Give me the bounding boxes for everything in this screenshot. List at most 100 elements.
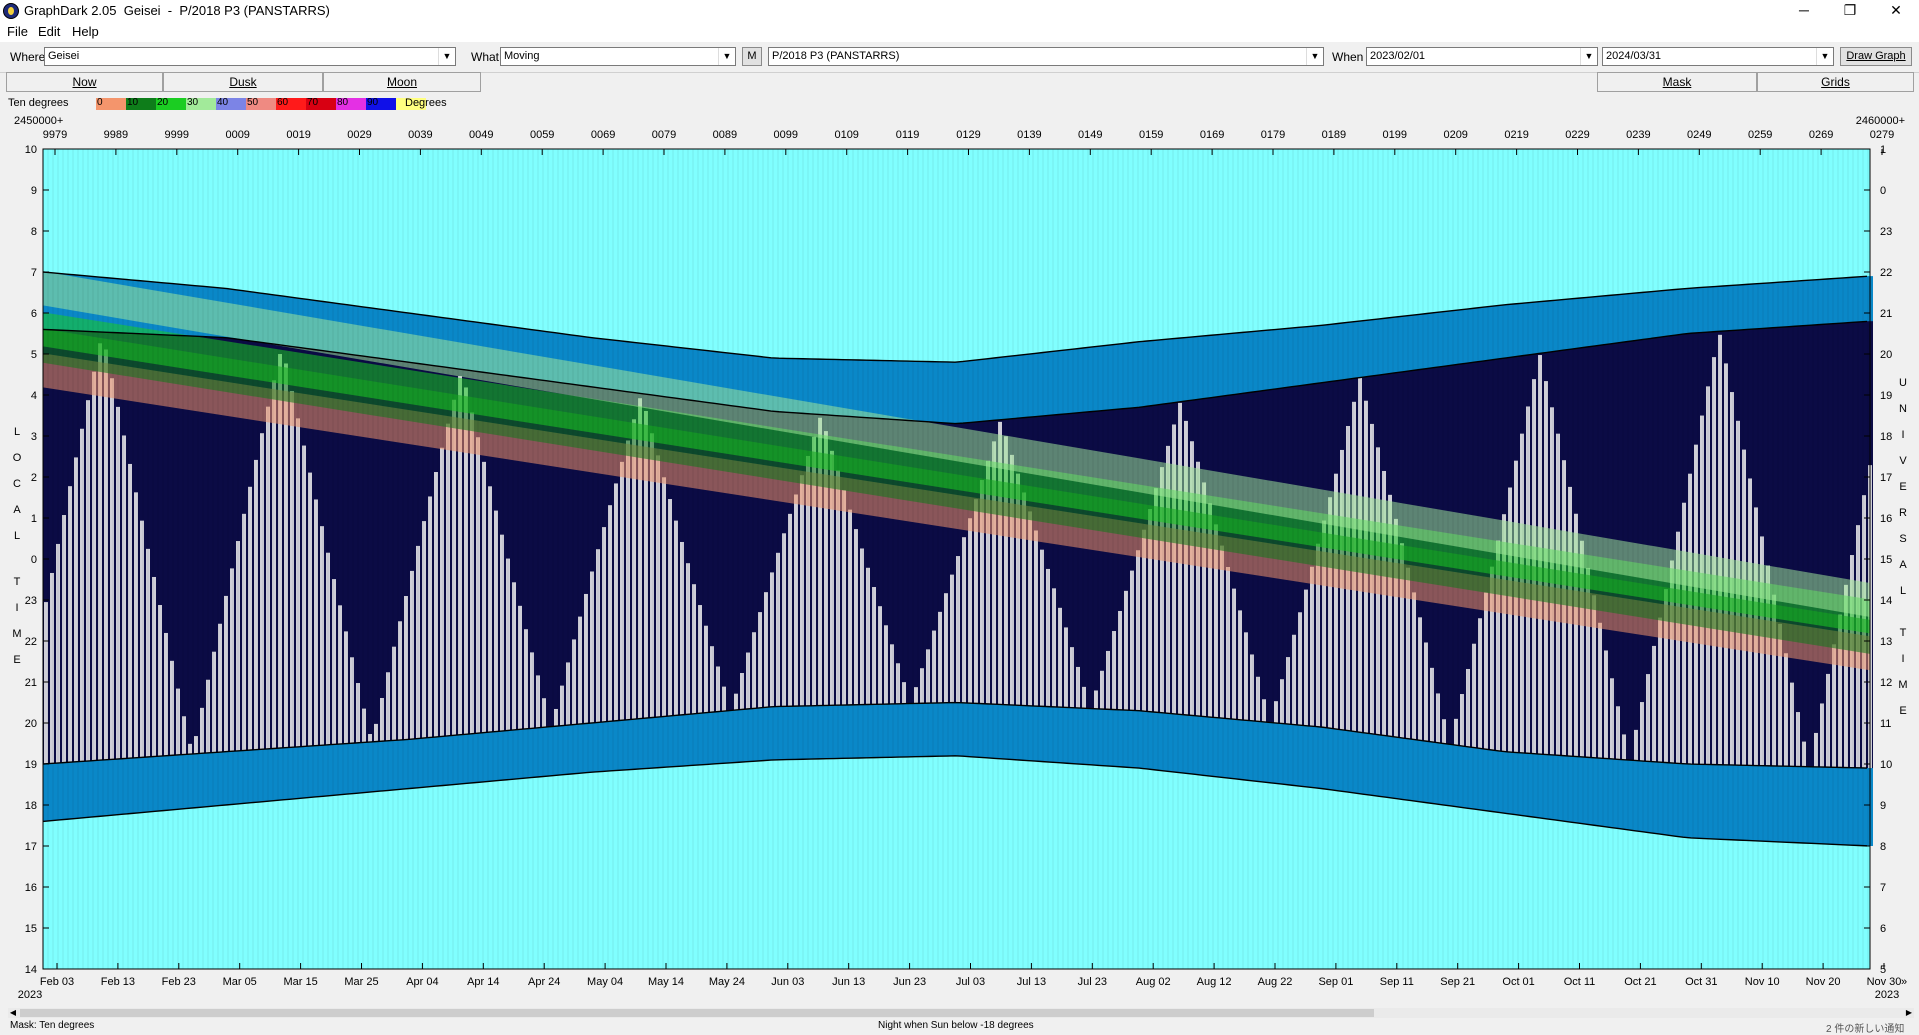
moonlit-strip: [608, 505, 612, 722]
chevron-down-icon[interactable]: ▼: [1816, 48, 1833, 65]
moonlit-strip: [314, 499, 318, 746]
visibility-graph[interactable]: 2450000+ 2460000+ 9979 9989 9999 0009 0019 0029…: [0, 113, 1919, 1013]
moonlit-strip: [1118, 610, 1122, 710]
jd-tick-label: 0209: [1443, 129, 1467, 141]
ut-tick-label: 17: [1880, 472, 1892, 484]
date-tick-label: Sep 11: [1380, 976, 1414, 988]
ut-tick-label: 7: [1880, 882, 1886, 894]
draw-graph-button[interactable]: Draw Graph: [1840, 47, 1912, 66]
ut-tick-label: 16: [1880, 513, 1892, 525]
jd-tick-label: 0059: [530, 129, 554, 141]
chevron-down-icon[interactable]: ▼: [438, 48, 455, 65]
legend-swatch-label: 50: [247, 97, 259, 108]
jd-tick-label: 0179: [1261, 129, 1285, 141]
jd-tick-label: 0079: [652, 129, 676, 141]
moonlit-strip: [44, 602, 48, 764]
moon-button[interactable]: Moon: [323, 72, 481, 92]
ut-tick-label: 8: [1880, 841, 1886, 853]
toolbar: Where Geisei ▼ What Moving ▼ M P/2018 P3…: [0, 42, 1919, 73]
local-time-tick-label: 7: [31, 267, 37, 279]
local-time-tick-label: 9: [31, 185, 37, 197]
start-date-select[interactable]: 2023/02/01 ▼: [1366, 47, 1598, 66]
jd-tick-label: 9979: [43, 129, 67, 141]
local-time-tick-label: 1: [31, 513, 37, 525]
night-strip: [1819, 324, 1825, 768]
ut-tick-label: 12: [1880, 677, 1892, 689]
maximize-button[interactable]: ❐: [1827, 0, 1873, 22]
local-time-tick-label: 23: [25, 595, 37, 607]
jd-tick-label: 0199: [1383, 129, 1407, 141]
moonlit-strip: [218, 623, 222, 753]
when-label: When: [1332, 50, 1364, 64]
horizontal-scrollbar[interactable]: ◀ ▶: [8, 1008, 1914, 1018]
moonlit-strip: [1304, 589, 1308, 726]
date-tick-label: Feb 23: [162, 976, 196, 988]
moonlit-strip: [1634, 729, 1638, 761]
chevron-down-icon[interactable]: ▼: [1580, 48, 1597, 65]
jd-tick-label: 0069: [591, 129, 615, 141]
minimize-button[interactable]: ─: [1781, 0, 1827, 22]
moonlit-strip: [188, 743, 192, 755]
end-date-select[interactable]: 2024/03/31 ▼: [1602, 47, 1834, 66]
moonlit-strip: [914, 687, 918, 704]
ut-tick-label: 19: [1880, 390, 1892, 402]
moonlit-strip: [68, 486, 72, 763]
date-tick-label: Sep 21: [1440, 976, 1475, 988]
legend-swatch-label: 60: [277, 97, 289, 108]
moonlit-strip: [1604, 650, 1608, 759]
what-select[interactable]: Moving ▼: [500, 47, 736, 66]
moonlit-strip: [1484, 592, 1488, 750]
grids-button[interactable]: Grids: [1757, 72, 1914, 92]
menu-file[interactable]: File: [7, 24, 28, 39]
more-marker: »: [1901, 976, 1907, 988]
moonlit-strip: [1058, 607, 1062, 708]
legend-swatch-label: 20: [157, 97, 169, 108]
date-tick-label: Jul 03: [956, 976, 985, 988]
ut-tick-label: 23: [1880, 226, 1892, 238]
where-select[interactable]: Geisei ▼: [44, 47, 456, 66]
close-button[interactable]: ✕: [1873, 0, 1919, 22]
date-tick-label: Apr 14: [467, 976, 499, 988]
jd-left-prefix: 2450000+: [14, 115, 63, 127]
universal-time-axis-letter: S: [1899, 533, 1906, 545]
universal-time-axis-letter: N: [1899, 403, 1907, 415]
date-tick-label: Feb 03: [40, 976, 74, 988]
dusk-button[interactable]: Dusk: [163, 72, 323, 92]
moonlit-strip: [524, 629, 528, 729]
menu-edit[interactable]: Edit: [38, 24, 60, 39]
moonlit-strip: [668, 499, 672, 716]
local-time-tick-label: 19: [25, 759, 37, 771]
legend-swatch-label: 0: [97, 97, 103, 108]
mask-button[interactable]: Mask: [1597, 72, 1757, 92]
moonlit-strip: [614, 483, 618, 721]
now-button[interactable]: Now: [6, 72, 163, 92]
scroll-left-icon[interactable]: ◀: [8, 1008, 18, 1018]
legend-swatch-label: 70: [307, 97, 319, 108]
legend-swatch-label: 30: [187, 97, 199, 108]
moonlit-strip: [374, 723, 378, 742]
m-button[interactable]: M: [742, 47, 762, 66]
jd-tick-label: 9999: [165, 129, 189, 141]
local-time-tick-label: 15: [25, 923, 37, 935]
chevron-down-icon[interactable]: ▼: [718, 48, 735, 65]
ut-tick-label: 5: [1880, 964, 1886, 976]
local-time-tick-label: 2: [31, 472, 37, 484]
legend-title: Ten degrees: [8, 97, 69, 109]
local-time-tick-label: 21: [25, 677, 37, 689]
object-select[interactable]: P/2018 P3 (PANSTARRS) ▼: [768, 47, 1324, 66]
moonlit-strip: [1184, 420, 1188, 715]
moonlit-strip: [1658, 617, 1662, 763]
date-tick-label: Oct 31: [1685, 976, 1717, 988]
moonlit-strip: [1124, 590, 1128, 711]
moonlit-strip: [1424, 642, 1428, 742]
moonlit-strip: [74, 457, 78, 762]
scrollbar-thumb[interactable]: [20, 1009, 1374, 1017]
date-tick-label: Aug 02: [1136, 976, 1171, 988]
scroll-right-icon[interactable]: ▶: [1904, 1008, 1914, 1018]
moonlit-strip: [758, 612, 762, 708]
ut-tick-label: 0: [1880, 185, 1886, 197]
chevron-down-icon[interactable]: ▼: [1306, 48, 1323, 65]
menu-help[interactable]: Help: [72, 24, 99, 39]
date-tick-label: Jul 23: [1078, 976, 1107, 988]
moonlit-strip: [404, 596, 408, 740]
